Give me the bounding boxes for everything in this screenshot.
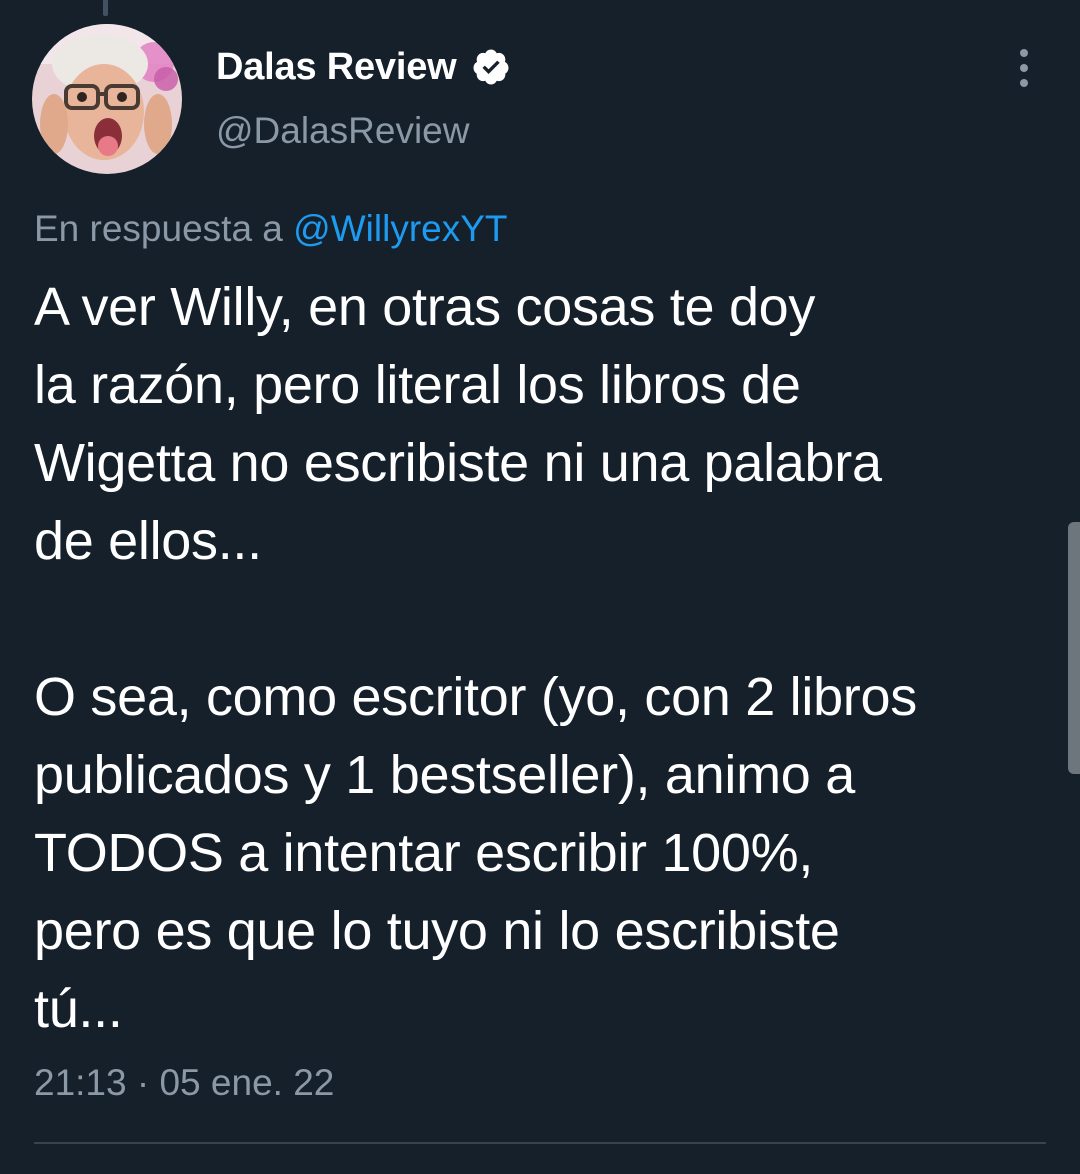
author-name-row[interactable]: Dalas Review [216, 44, 511, 90]
tweet-timestamp[interactable]: 21:13 · 05 ene. 22 [34, 1062, 334, 1104]
tweet-text: A ver Willy, en otras cosas te doy la ra… [34, 277, 917, 1039]
author-display-name[interactable]: Dalas Review [216, 46, 457, 89]
divider [34, 1142, 1046, 1144]
more-options-icon-dot [1020, 79, 1028, 87]
scrollbar-thumb[interactable] [1068, 522, 1080, 774]
verified-badge-icon [471, 47, 511, 87]
avatar-image [32, 24, 182, 174]
reply-to-link[interactable]: @WillyrexYT [293, 208, 507, 249]
more-options-button[interactable] [1000, 44, 1048, 92]
tweet-date[interactable]: 05 ene. 22 [159, 1062, 334, 1103]
tweet-detail-page: Dalas Review @DalasReview En respuesta a… [0, 0, 1080, 1174]
more-options-icon-dot [1020, 64, 1028, 72]
tweet-time[interactable]: 21:13 [34, 1062, 127, 1103]
thread-connector-line [103, 0, 108, 16]
avatar[interactable] [32, 24, 182, 174]
reply-prefix: En respuesta a [34, 208, 294, 249]
author-handle[interactable]: @DalasReview [216, 110, 469, 152]
more-options-icon [1020, 49, 1028, 57]
timestamp-separator: · [126, 1062, 160, 1103]
reply-context: En respuesta a @WillyrexYT [34, 208, 508, 250]
